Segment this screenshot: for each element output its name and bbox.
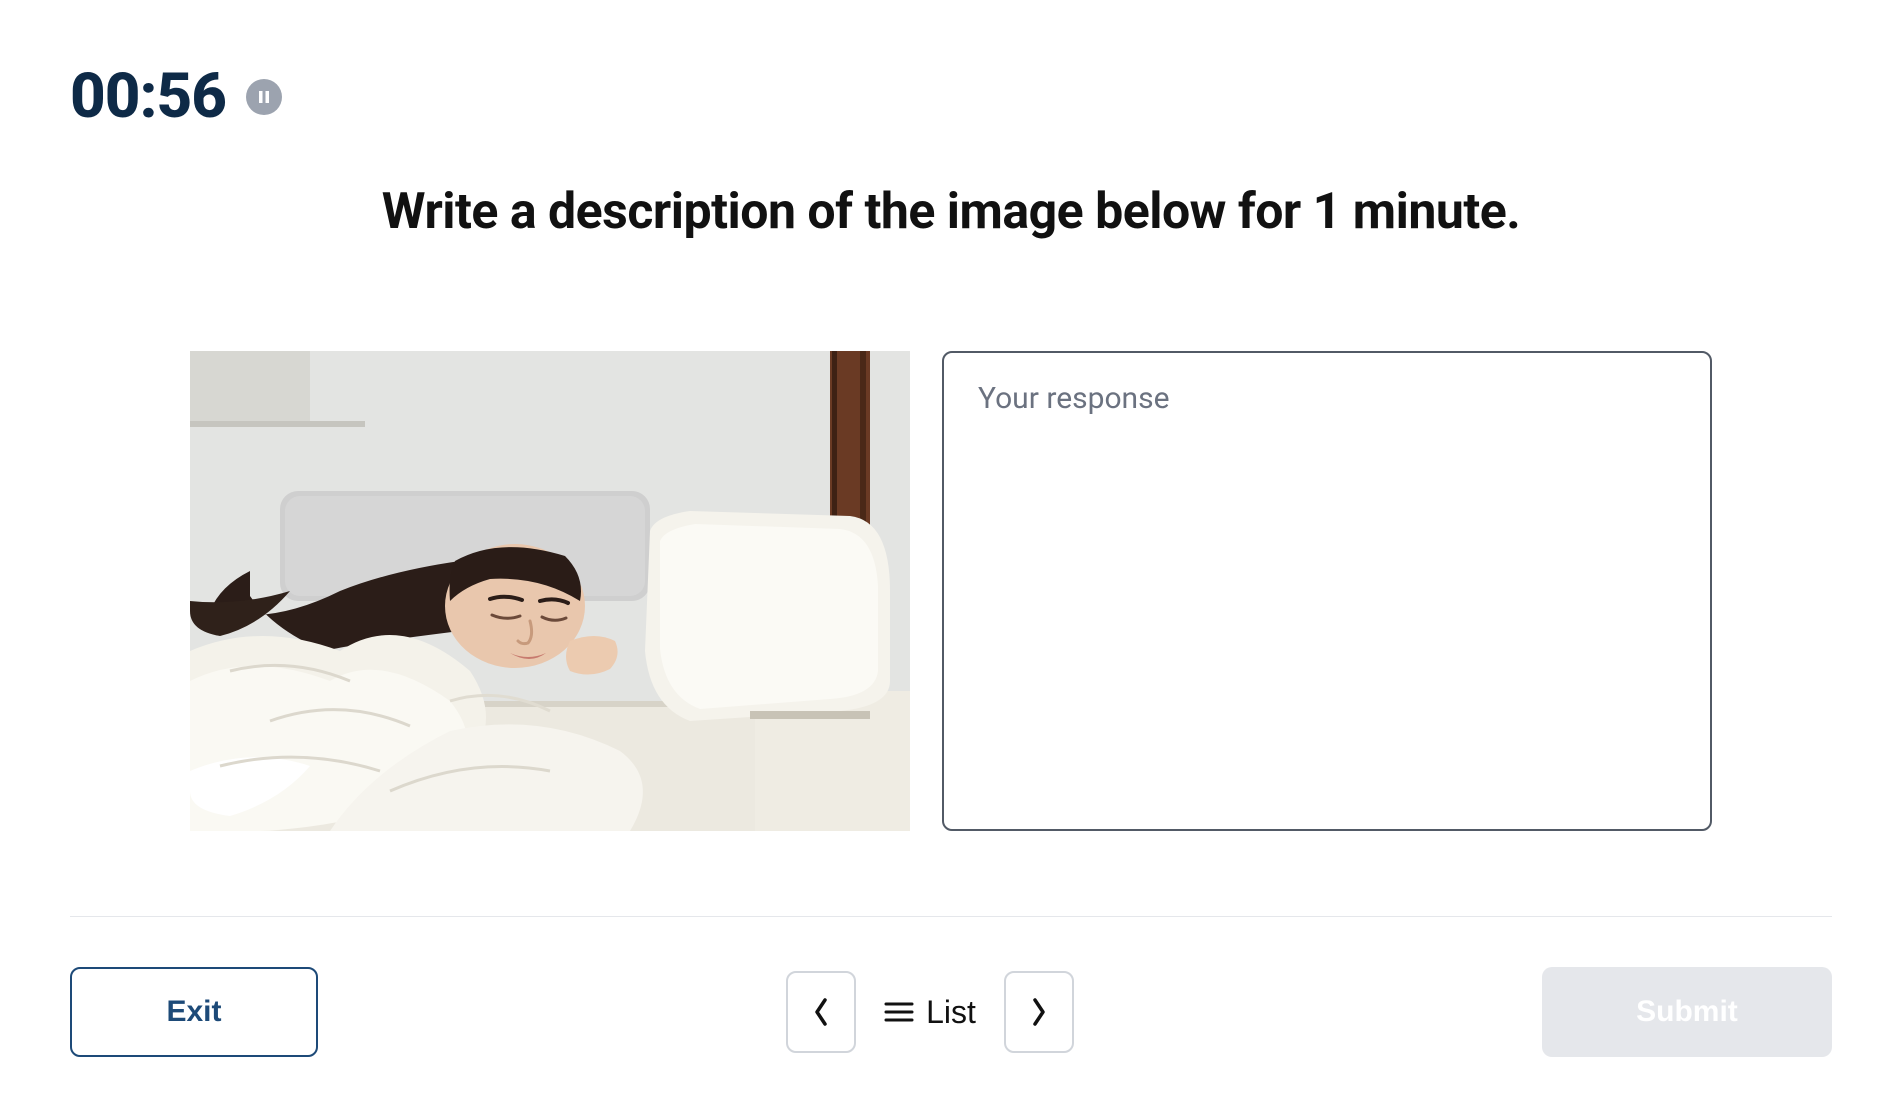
response-input[interactable] (978, 381, 1676, 801)
chevron-left-icon (811, 996, 831, 1028)
prompt-image (190, 351, 910, 831)
timer-row: 00:56 (70, 60, 1832, 133)
response-panel (942, 351, 1712, 831)
list-button[interactable]: List (876, 994, 984, 1031)
list-icon (884, 1000, 914, 1024)
footer: Exit List Submit (70, 917, 1832, 1057)
list-label: List (926, 994, 976, 1031)
content-row (70, 351, 1832, 831)
prompt-text: Write a description of the image below f… (70, 183, 1832, 241)
nav-center: List (786, 971, 1074, 1053)
exit-button[interactable]: Exit (70, 967, 318, 1057)
prev-button[interactable] (786, 971, 856, 1053)
timer-display: 00:56 (70, 60, 226, 133)
submit-button[interactable]: Submit (1542, 967, 1832, 1057)
pause-button[interactable] (246, 79, 282, 115)
pause-icon (257, 90, 271, 104)
next-button[interactable] (1004, 971, 1074, 1053)
chevron-right-icon (1029, 996, 1049, 1028)
